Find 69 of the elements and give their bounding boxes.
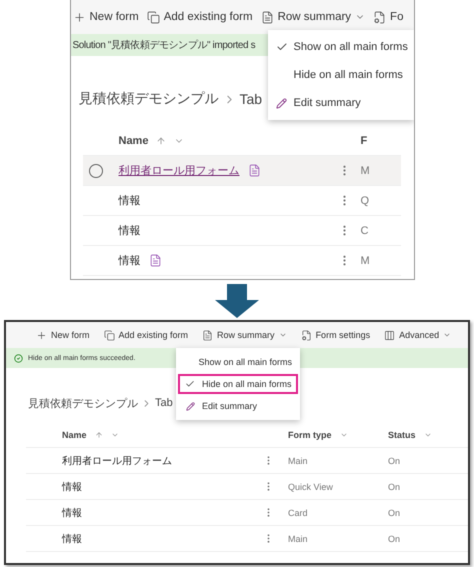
table-cell: Quick View <box>288 482 333 492</box>
table-row[interactable]: 情報 Q <box>82 186 400 216</box>
toolbar-button[interactable]: Row summary <box>202 330 287 340</box>
toolbar-button[interactable]: Fo <box>373 10 404 24</box>
settings-icon <box>300 330 312 340</box>
menu-item[interactable]: Show on all main forms <box>270 34 412 60</box>
summary-icon <box>148 254 162 267</box>
toolbar-button[interactable]: New form <box>36 330 90 340</box>
menu-item[interactable]: Hide on all main forms <box>270 62 412 88</box>
plus-icon <box>72 10 86 24</box>
form-name: 情報 <box>118 224 140 238</box>
document-icon <box>202 330 214 340</box>
settings-icon <box>373 10 386 24</box>
columns-icon <box>384 330 396 340</box>
table-cell: Main <box>288 456 308 466</box>
table-cell: Main <box>288 534 308 544</box>
table-cell: On <box>388 482 400 492</box>
table-cell: Q <box>360 194 370 206</box>
form-name: 利用者ロール用フォーム <box>62 454 172 468</box>
document-icon <box>260 10 274 24</box>
menu-item[interactable]: Show on all main forms <box>178 352 298 372</box>
toolbar-button[interactable]: Add existing form <box>146 10 253 24</box>
table-row[interactable]: 情報 M <box>82 246 400 276</box>
form-name: 情報 <box>62 480 82 494</box>
menu-item[interactable]: Edit summary <box>270 90 412 116</box>
breadcrumb-item[interactable]: 見積依頼デモシンプル <box>28 396 138 410</box>
summary-icon <box>248 164 260 177</box>
form-name: 情報 <box>62 506 82 520</box>
column-header[interactable]: Name <box>62 422 288 448</box>
down-arrow-icon <box>215 284 259 318</box>
table-cell: C <box>360 224 368 236</box>
table-row[interactable]: 情報 C <box>82 216 400 246</box>
form-name: 情報 <box>118 254 140 268</box>
table-cell: M <box>360 254 370 266</box>
breadcrumb-item[interactable]: Tab <box>240 91 262 107</box>
menu-item[interactable]: Hide on all main forms <box>178 374 298 394</box>
sort-arrow-icon <box>156 136 166 146</box>
row-radio[interactable] <box>88 164 102 178</box>
breadcrumb-item[interactable]: 見積依頼デモシンプル <box>78 90 218 108</box>
table-row[interactable]: 利用者ロール用フォーム Main On <box>26 448 468 474</box>
table-row[interactable]: 情報 Quick View On <box>26 474 468 500</box>
table-cell: On <box>388 508 400 518</box>
toolbar-button[interactable]: Advanced <box>384 330 452 340</box>
table-row[interactable]: 情報 Main On <box>26 526 468 552</box>
column-header[interactable]: Form type <box>288 422 388 448</box>
toolbar-button[interactable]: Row summary <box>260 10 366 24</box>
table-row[interactable]: 利用者ロール用フォーム M <box>82 156 400 186</box>
menu-item[interactable]: Edit summary <box>178 396 298 416</box>
column-header[interactable]: Status <box>388 422 468 448</box>
sort-arrow-icon <box>94 430 103 438</box>
breadcrumb-item[interactable]: Tab <box>155 397 173 409</box>
form-link[interactable]: 利用者ロール用フォーム <box>118 163 240 178</box>
table-cell: M <box>360 164 370 176</box>
table-cell: On <box>388 534 400 544</box>
copy-icon <box>104 330 115 340</box>
pencil-icon <box>276 98 287 108</box>
toolbar-button[interactable]: Form settings <box>300 330 370 340</box>
form-name: 情報 <box>118 194 140 208</box>
toolbar-button[interactable]: New form <box>72 10 139 24</box>
table-cell: Card <box>288 508 308 518</box>
check-circle-icon <box>14 354 23 362</box>
form-name: 情報 <box>62 532 82 546</box>
plus-icon <box>36 330 47 340</box>
table-row[interactable]: 情報 Card On <box>26 500 468 526</box>
copy-icon <box>146 10 160 24</box>
table-cell: On <box>388 456 400 466</box>
notification-text: Solution "見積依頼デモシンプル" imported s <box>72 38 256 52</box>
pencil-icon <box>186 402 194 410</box>
toolbar-button[interactable]: Add existing form <box>104 330 188 340</box>
